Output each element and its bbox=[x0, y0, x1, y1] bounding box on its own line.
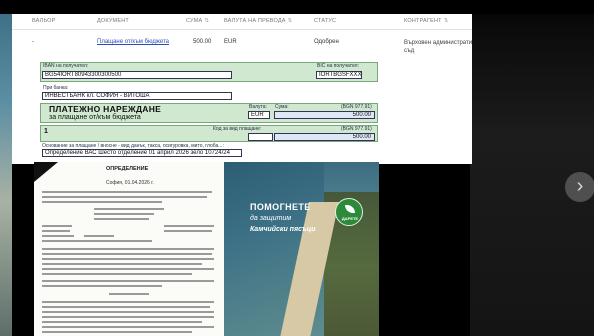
basis-field: Определение ВАС Шесто отделение 01 април… bbox=[42, 149, 242, 157]
cell-status: Одобрен bbox=[314, 39, 339, 45]
text-line bbox=[42, 306, 210, 308]
text-line bbox=[42, 321, 202, 323]
text-line bbox=[164, 230, 212, 232]
text-line bbox=[42, 196, 207, 198]
scan-shadow bbox=[34, 162, 58, 182]
text-line bbox=[42, 201, 162, 203]
text-line bbox=[109, 293, 149, 295]
text-line bbox=[42, 326, 214, 328]
cell-currency: EUR bbox=[224, 39, 237, 45]
iban-field: BG54IORT80943300300500 bbox=[42, 71, 232, 79]
top-bar bbox=[0, 0, 594, 14]
text-line bbox=[94, 218, 149, 220]
cell-counterparty: Върховен административен съд bbox=[404, 40, 472, 54]
chevron-right-icon: › bbox=[576, 175, 584, 197]
document-place-date: София, 01.04.2026 г. bbox=[106, 180, 154, 186]
text-line bbox=[42, 253, 212, 255]
amount-field: 500.00 bbox=[274, 111, 375, 119]
form-title: ПЛАТЕЖНО НАРЕЖДАНЕ bbox=[49, 104, 162, 114]
poster-subline-2: Камчийски пясъци bbox=[250, 226, 316, 233]
text-line bbox=[42, 240, 152, 242]
cell-document-link[interactable]: Плащане от/към бюджета bbox=[97, 39, 169, 45]
cell-date: - bbox=[32, 39, 34, 45]
bank-field: ИНВЕСТБАНК кл. СОФИЯ - ВИТОША bbox=[42, 92, 232, 100]
column-header-status[interactable]: СТАТУС bbox=[314, 18, 336, 24]
text-line bbox=[164, 225, 214, 227]
next-arrow-button[interactable]: › bbox=[565, 172, 594, 202]
column-header-transfer-currency[interactable]: ВАЛУТА НА ПРЕВОДА ⇅ bbox=[224, 18, 292, 24]
text-line bbox=[42, 331, 192, 333]
iban-label: IBAN на получател: bbox=[43, 63, 89, 69]
poster-subline: да защитим bbox=[250, 215, 292, 222]
text-line bbox=[42, 258, 214, 260]
text-line bbox=[42, 285, 162, 287]
bank-label: При банка: bbox=[43, 85, 69, 91]
column-header-counterparty[interactable]: КОНТРАГЕНТ ⇅ bbox=[404, 18, 449, 24]
table-header: ВАЛЬОР ДОКУМЕНТ СУМА ⇅ ВАЛУТА НА ПРЕВОДА ⇅… bbox=[12, 14, 472, 30]
text-line bbox=[94, 208, 164, 210]
text-line bbox=[42, 273, 192, 275]
text-line bbox=[84, 235, 114, 237]
bic-field: IORTBGSFXXX bbox=[316, 71, 362, 79]
payment-code-label: Код за вид плащане: bbox=[213, 126, 262, 132]
donate-logo-icon: ДАРЕТЕ bbox=[335, 198, 363, 226]
bic-label: BIC на получател: bbox=[317, 63, 359, 69]
text-line bbox=[42, 316, 214, 318]
sort-icon[interactable]: ⇅ bbox=[444, 18, 449, 24]
document-heading: ОПРЕДЕЛЕНИЕ bbox=[106, 166, 149, 172]
text-line bbox=[42, 230, 70, 232]
screen: ВАЛЬОР ДОКУМЕНТ СУМА ⇅ ВАЛУТА НА ПРЕВОДА ⇅… bbox=[0, 0, 594, 336]
row-number: 1 bbox=[44, 128, 48, 135]
form-subtitle: за плащане от/към бюджета bbox=[49, 114, 141, 121]
background-sea-left bbox=[0, 0, 12, 336]
text-line bbox=[42, 268, 214, 270]
currency-label: Валута: bbox=[249, 104, 267, 110]
text-line bbox=[42, 248, 214, 250]
poster-headline: ПОМОГНЕТЕ bbox=[250, 202, 311, 212]
text-line bbox=[42, 301, 214, 303]
bgn-equivalent-2: (BGN 977.91) bbox=[341, 126, 372, 132]
bgn-equivalent: (BGN 977.91) bbox=[341, 104, 372, 110]
sort-icon[interactable]: ⇅ bbox=[288, 18, 293, 24]
text-line bbox=[42, 191, 212, 193]
table-row[interactable]: - Плащане от/към бюджета 500.00 EUR Одоб… bbox=[12, 36, 472, 56]
column-header-date[interactable]: ВАЛЬОР bbox=[32, 18, 56, 24]
amount-field-2: 500.00 bbox=[274, 133, 375, 141]
text-line bbox=[42, 225, 72, 227]
amount-label: Сума: bbox=[275, 104, 289, 110]
column-header-amount[interactable]: СУМА ⇅ bbox=[186, 18, 209, 24]
sort-icon[interactable]: ⇅ bbox=[204, 18, 209, 24]
text-line bbox=[42, 280, 214, 282]
logo-text: ДАРЕТЕ bbox=[341, 216, 359, 221]
background-dark-right bbox=[470, 0, 594, 336]
text-line bbox=[42, 235, 74, 237]
leaf-icon bbox=[345, 205, 355, 213]
text-line bbox=[94, 213, 154, 215]
text-line bbox=[42, 263, 202, 265]
column-header-document[interactable]: ДОКУМЕНТ bbox=[97, 18, 129, 24]
payment-code-field bbox=[248, 133, 273, 141]
scanned-document: ОПРЕДЕЛЕНИЕ София, 01.04.2026 г. bbox=[34, 162, 224, 336]
text-line bbox=[42, 311, 214, 313]
campaign-poster: ПОМОГНЕТЕ да защитим Камчийски пясъци ДА… bbox=[224, 162, 379, 336]
currency-field: EUR bbox=[248, 111, 270, 119]
payment-order-form: IBAN на получател: BG54IORT8094330030050… bbox=[40, 62, 378, 158]
cell-amount: 500.00 bbox=[193, 39, 212, 45]
